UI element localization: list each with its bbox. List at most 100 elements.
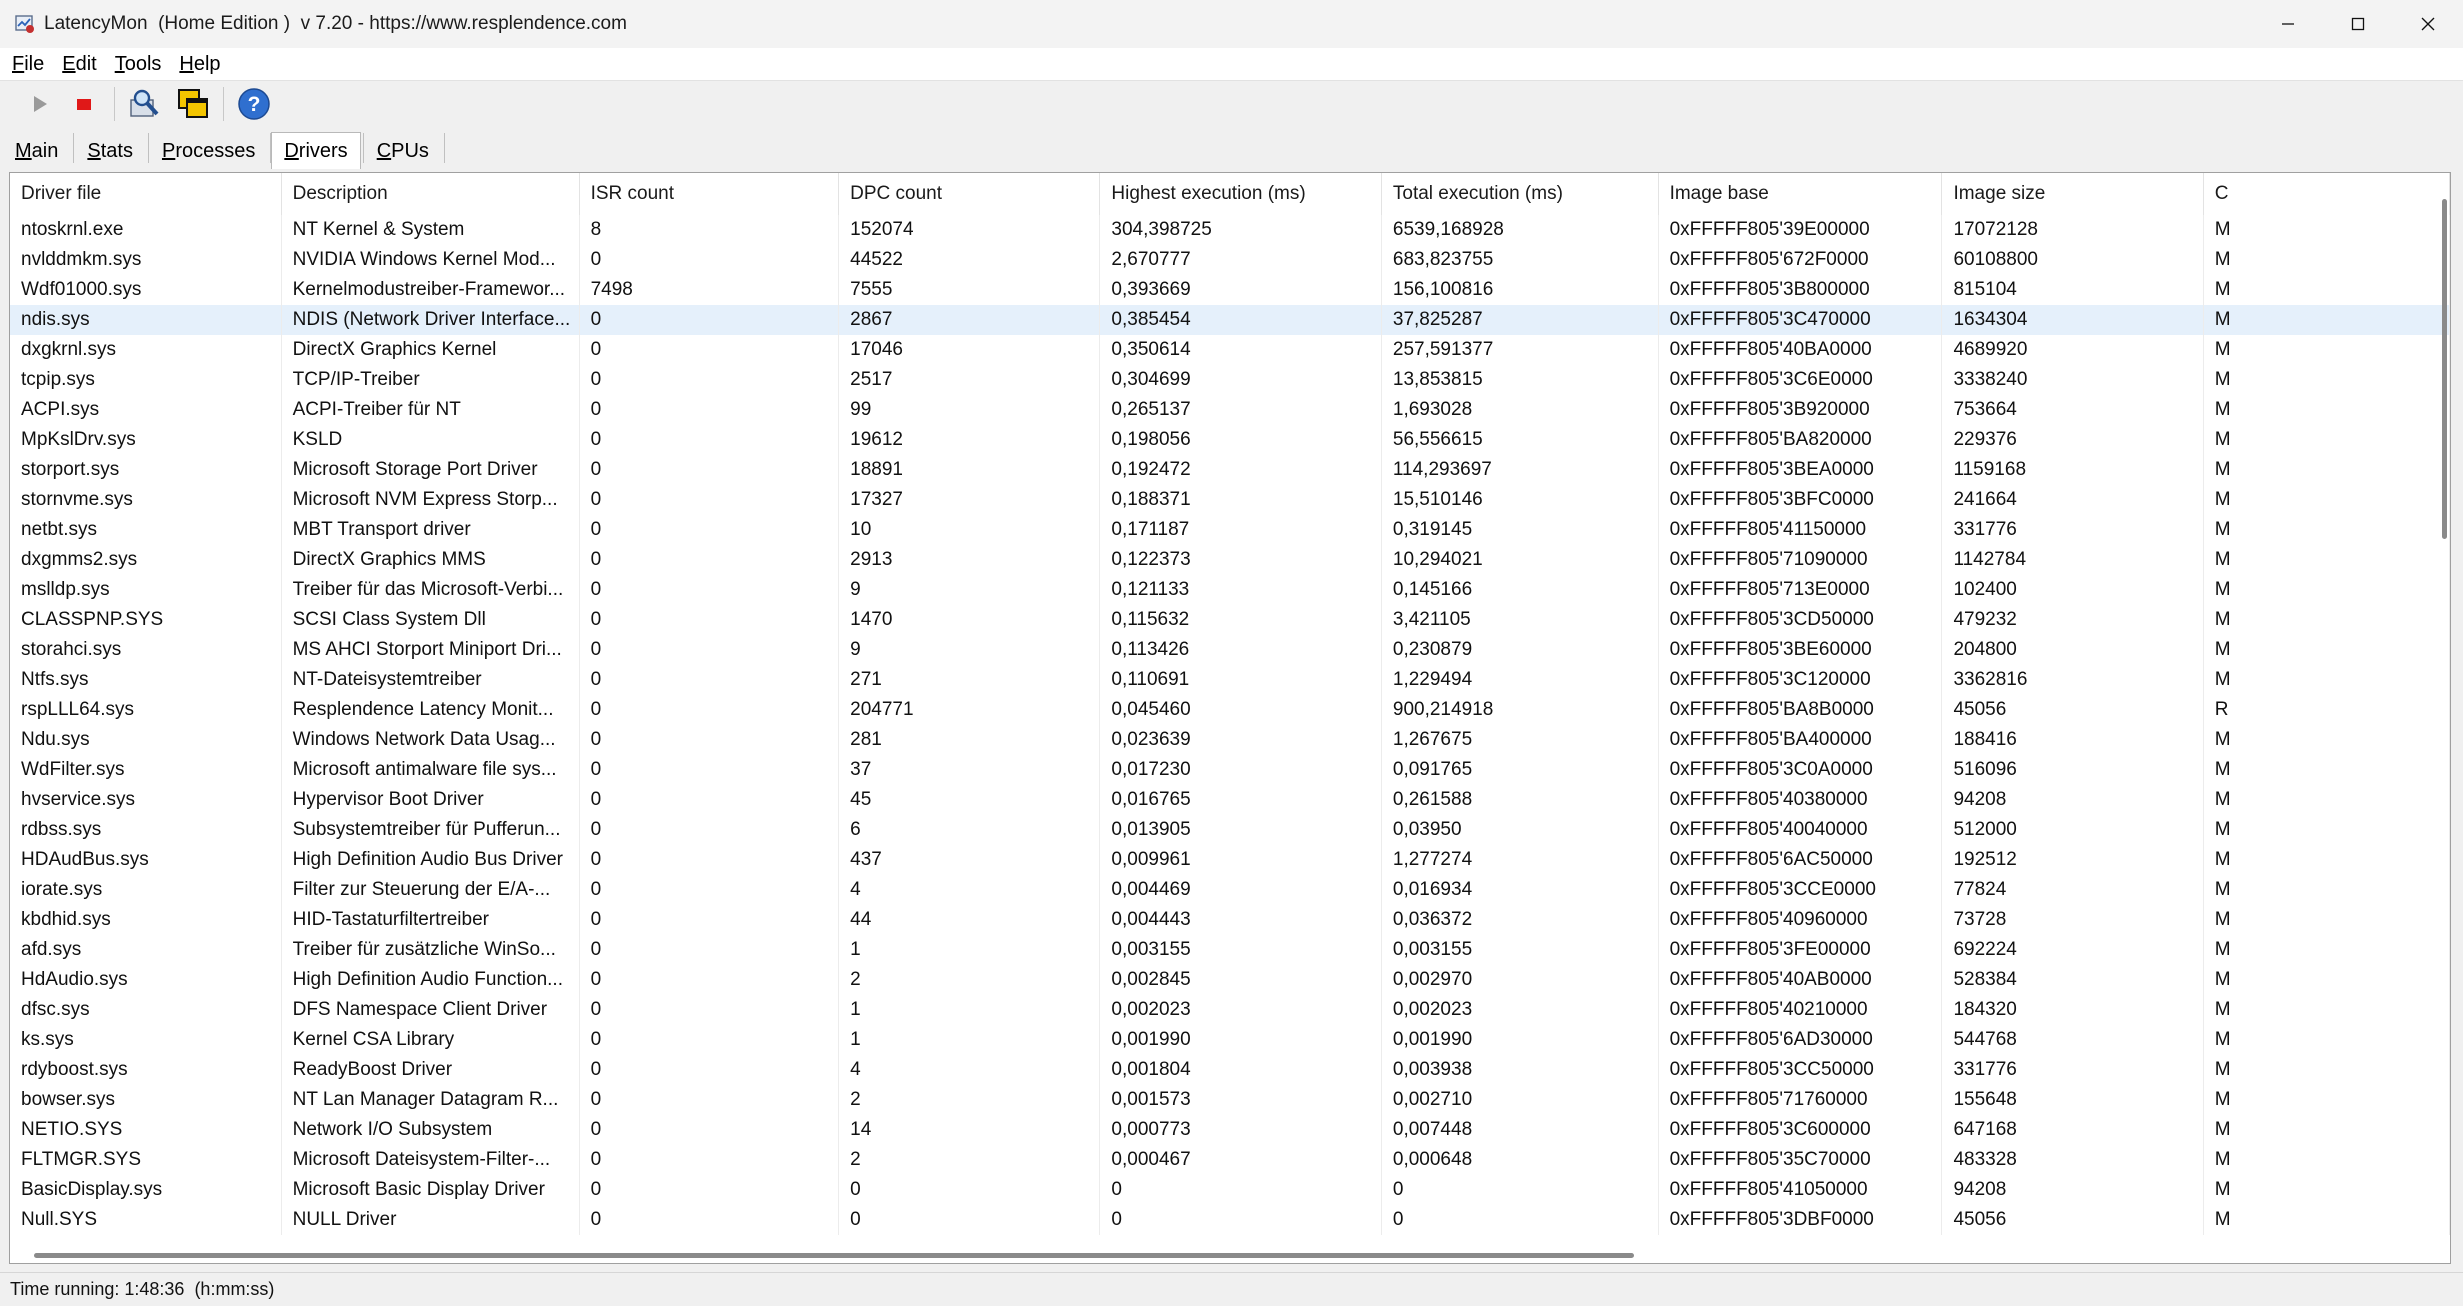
table-cell: M — [2203, 665, 2450, 695]
tab-cpus[interactable]: C PUs — [364, 132, 442, 169]
table-row[interactable]: hvservice.sys Hypervisor Boot Driver 0 45 0,… — [10, 785, 2450, 815]
toolbar: ? — [0, 81, 2463, 127]
table-row[interactable]: HDAudBus.sys High Definition Audio Bus Dr… — [10, 845, 2450, 875]
table-row[interactable]: afd.sys Treiber für zusätzliche WinSo... 0… — [10, 935, 2450, 965]
table-row[interactable]: mslldp.sys Treiber für das Microsoft-Verb… — [10, 575, 2450, 605]
windows-button[interactable] — [173, 84, 213, 124]
table-row[interactable]: iorate.sys Filter zur Steuerung der E/A-.… — [10, 875, 2450, 905]
table-row[interactable]: NETIO.SYS Network I/O Subsystem 0 14 0,00077… — [10, 1115, 2450, 1145]
table-cell: 0xFFFFF805'3C470000 — [1658, 305, 1943, 335]
table-cell: 2867 — [838, 305, 1101, 335]
table-cell: 0 — [579, 455, 840, 485]
table-cell: 483328 — [1941, 1145, 2204, 1175]
table-cell: 9 — [838, 635, 1101, 665]
table-cell: 17046 — [838, 335, 1101, 365]
tab-drivers[interactable]: Drivers — [271, 132, 361, 169]
menu-help[interactable]: Help — [173, 53, 226, 76]
table-cell: 3362816 — [1941, 665, 2204, 695]
table-row[interactable]: rspLLL64.sys Resplendence Latency Monit..… — [10, 695, 2450, 725]
column-header[interactable]: ISR count — [579, 173, 840, 215]
table-cell: 683,823755 — [1381, 245, 1659, 275]
table-row[interactable]: Null.SYS NULL Driver 0 0 0 0 0xFFFFF805'3DBF00… — [10, 1205, 2450, 1235]
table-cell: 0,188371 — [1099, 485, 1382, 515]
column-header[interactable]: Image base — [1658, 173, 1943, 215]
tab-processes[interactable]: Processes — [149, 132, 268, 169]
table-row[interactable]: dxgmms2.sys DirectX Graphics MMS 0 2913 0,12… — [10, 545, 2450, 575]
menu-file[interactable]: File — [6, 53, 50, 76]
table-cell: 0,121133 — [1099, 575, 1382, 605]
column-header[interactable]: Image size — [1941, 173, 2204, 215]
stop-monitor-button[interactable] — [64, 84, 104, 124]
vertical-scrollbar-thumb[interactable] — [2442, 199, 2447, 539]
table-row[interactable]: Ndu.sys Windows Network Data Usag... 0 281 0… — [10, 725, 2450, 755]
table-row[interactable]: ks.sys Kernel CSA Library 0 1 0,001990 0,0019… — [10, 1025, 2450, 1055]
close-button[interactable] — [2393, 0, 2463, 48]
table-row[interactable]: storport.sys Microsoft Storage Port Drive… — [10, 455, 2450, 485]
column-header[interactable]: Total execution (ms) — [1381, 173, 1659, 215]
table-row[interactable]: rdyboost.sys ReadyBoost Driver 0 4 0,001804 0… — [10, 1055, 2450, 1085]
table-row[interactable]: dfsc.sys DFS Namespace Client Driver 0 1 0,0… — [10, 995, 2450, 1025]
table-cell: 0,004469 — [1099, 875, 1382, 905]
table-cell: 271 — [838, 665, 1101, 695]
column-header[interactable]: DPC count — [838, 173, 1101, 215]
menu-tools[interactable]: Tools — [109, 53, 168, 76]
tab-main[interactable]: Main — [2, 132, 71, 169]
status-bar: Time running: 1:48:36 (h:mm:ss) — [0, 1272, 2463, 1306]
table-row[interactable]: netbt.sys MBT Transport driver 0 10 0,171187… — [10, 515, 2450, 545]
table-row[interactable]: CLASSPNP.SYS SCSI Class System Dll 0 1470 0,… — [10, 605, 2450, 635]
table-row[interactable]: Ntfs.sys NT-Dateisystemtreiber 0 271 0,11069… — [10, 665, 2450, 695]
table-cell: ACPI-Treiber für NT — [281, 395, 580, 425]
column-header[interactable]: C — [2203, 173, 2450, 215]
table-row[interactable]: tcpip.sys TCP/IP-Treiber 0 2517 0,304699 13,8… — [10, 365, 2450, 395]
table-cell: M — [2203, 965, 2450, 995]
horizontal-scrollbar[interactable] — [10, 1247, 2436, 1263]
maximize-button[interactable] — [2323, 0, 2393, 48]
column-header[interactable]: Description — [281, 173, 580, 215]
table-cell: bowser.sys — [10, 1085, 282, 1115]
table-row[interactable]: stornvme.sys Microsoft NVM Express Storp.… — [10, 485, 2450, 515]
table-row[interactable]: FLTMGR.SYS Microsoft Dateisystem-Filter-.… — [10, 1145, 2450, 1175]
table-row[interactable]: ACPI.sys ACPI-Treiber für NT 0 99 0,265137 1,… — [10, 395, 2450, 425]
table-row[interactable]: kbdhid.sys HID-Tastaturfiltertreiber 0 44 0,… — [10, 905, 2450, 935]
table-cell: 0xFFFFF805'40040000 — [1658, 815, 1943, 845]
table-row[interactable]: HdAudio.sys High Definition Audio Functio… — [10, 965, 2450, 995]
table-row[interactable]: rdbss.sys Subsystemtreiber für Pufferun..… — [10, 815, 2450, 845]
column-header[interactable]: Highest execution (ms) — [1099, 173, 1382, 215]
table-cell: 17072128 — [1941, 215, 2204, 245]
minimize-button[interactable] — [2253, 0, 2323, 48]
table-row[interactable]: Wdf01000.sys Kernelmodustreiber-Framewor.… — [10, 275, 2450, 305]
table-row[interactable]: WdFilter.sys Microsoft antimalware file s… — [10, 755, 2450, 785]
search-icon — [130, 89, 159, 117]
table-cell: 1142784 — [1941, 545, 2204, 575]
help-button[interactable]: ? — [234, 84, 274, 124]
table-cell: 4 — [838, 1055, 1101, 1085]
table-row[interactable]: nvlddmkm.sys NVIDIA Windows Kernel Mod...… — [10, 245, 2450, 275]
table-cell: 229376 — [1941, 425, 2204, 455]
table-cell: M — [2203, 365, 2450, 395]
table-cell: 0xFFFFF805'3BE60000 — [1658, 635, 1943, 665]
vertical-scrollbar[interactable] — [2436, 173, 2450, 1246]
column-header[interactable]: Driver file — [10, 173, 282, 215]
drivers-table: Driver file Description ISR count DPC count… — [10, 173, 2450, 1235]
table-row[interactable]: ndis.sys NDIS (Network Driver Interface..… — [10, 305, 2450, 335]
table-row[interactable]: bowser.sys NT Lan Manager Datagram R... 0 2… — [10, 1085, 2450, 1115]
table-row[interactable]: BasicDisplay.sys Microsoft Basic Display … — [10, 1175, 2450, 1205]
start-monitor-button[interactable] — [20, 84, 60, 124]
analyze-button[interactable] — [125, 84, 165, 124]
table-cell: 0,001990 — [1381, 1025, 1659, 1055]
tab-stats[interactable]: Stats — [74, 132, 146, 169]
table-row[interactable]: ntoskrnl.exe NT Kernel & System 8 152074 304… — [10, 215, 2450, 245]
table-cell: 0,113426 — [1099, 635, 1382, 665]
table-cell: High Definition Audio Function... — [281, 965, 580, 995]
table-row[interactable]: dxgkrnl.sys DirectX Graphics Kernel 0 17046… — [10, 335, 2450, 365]
table-cell: M — [2203, 1205, 2450, 1235]
menu-bar: File Edit Tools Help — [0, 48, 2463, 81]
table-cell: 60108800 — [1941, 245, 2204, 275]
table-row[interactable]: MpKslDrv.sys KSLD 0 19612 0,198056 56,556615 0… — [10, 425, 2450, 455]
menu-edit[interactable]: Edit — [56, 53, 102, 76]
table-cell: Microsoft Storage Port Driver — [281, 455, 580, 485]
table-cell: 1,277274 — [1381, 845, 1659, 875]
table-row[interactable]: storahci.sys MS AHCI Storport Miniport Dr… — [10, 635, 2450, 665]
table-cell: TCP/IP-Treiber — [281, 365, 580, 395]
horizontal-scrollbar-thumb[interactable] — [34, 1253, 1634, 1258]
